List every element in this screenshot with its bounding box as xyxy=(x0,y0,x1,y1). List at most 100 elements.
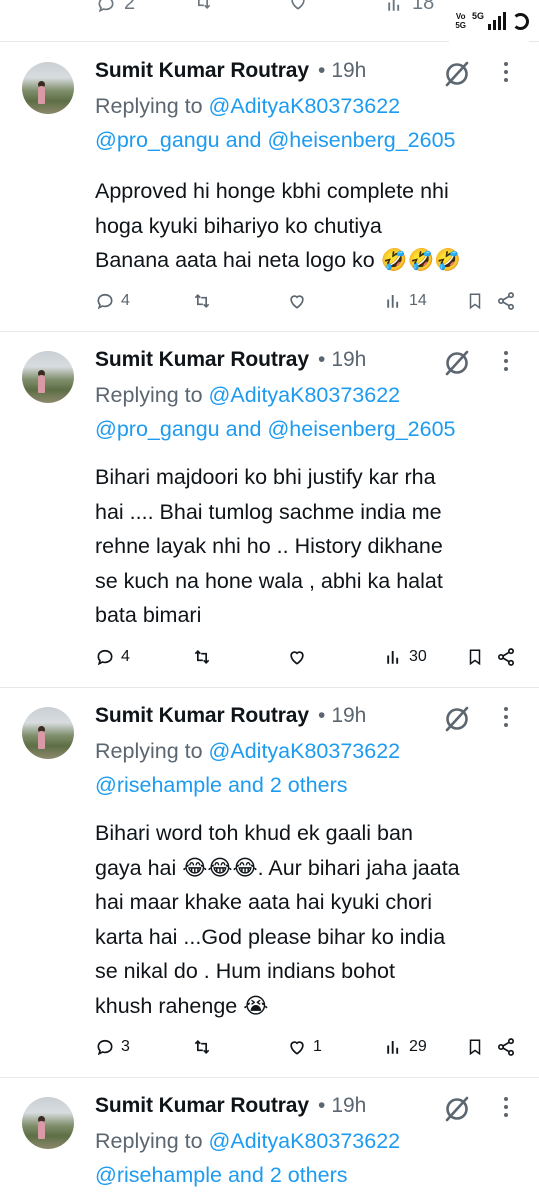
share-icon xyxy=(498,648,514,666)
repost-icon xyxy=(194,649,210,665)
timestamp[interactable]: 19h xyxy=(331,59,366,83)
volte-indicator: Vo 5G xyxy=(455,12,466,30)
repost-button[interactable] xyxy=(191,288,213,314)
reply-count: 2 xyxy=(124,0,136,14)
reply-button[interactable]: 2 xyxy=(96,0,135,15)
author-name[interactable]: Sumit Kumar Routray xyxy=(95,59,309,83)
mention-link[interactable]: @heisenberg_2605 xyxy=(267,128,455,152)
like-button[interactable] xyxy=(288,0,308,12)
timestamp[interactable]: 19h xyxy=(331,704,366,728)
avatar[interactable] xyxy=(22,1097,74,1149)
like-icon xyxy=(290,295,304,309)
mention-link[interactable]: @pro_gangu xyxy=(95,417,220,441)
mention-link[interactable]: @AdityaK80373622 xyxy=(209,1129,401,1153)
reply-button[interactable]: 4 xyxy=(95,644,130,670)
replying-to: Replying to @AdityaK80373622 @pro_gangu … xyxy=(95,94,456,152)
replying-to: Replying to @AdityaK80373622 @risehample… xyxy=(95,1129,401,1187)
views-button[interactable]: 29 xyxy=(385,1034,427,1060)
tweet[interactable]: Sumit Kumar Routray • 19h Replying to @A… xyxy=(0,1078,539,1200)
like-button[interactable] xyxy=(287,644,307,670)
reply-button[interactable]: 3 xyxy=(95,1034,130,1060)
reply-icon xyxy=(97,1039,113,1056)
separator-dot: • xyxy=(317,59,326,82)
more-icon[interactable] xyxy=(496,1092,516,1122)
mention-link[interactable]: @risehample xyxy=(95,1163,222,1187)
mention-link[interactable]: @risehample xyxy=(95,773,222,797)
action-bar: 4 14 xyxy=(95,288,525,314)
like-icon xyxy=(291,0,305,10)
separator-dot: • xyxy=(317,348,326,371)
views-button[interactable]: 30 xyxy=(385,644,427,670)
mention-link[interactable]: @AdityaK80373622 xyxy=(209,383,401,407)
like-count: 1 xyxy=(313,1038,322,1055)
bookmark-button[interactable] xyxy=(466,1034,484,1060)
views-icon xyxy=(387,1041,399,1054)
share-button[interactable] xyxy=(496,644,516,670)
bookmark-icon xyxy=(469,293,481,310)
view-count: 18 xyxy=(412,0,435,14)
more-icon[interactable] xyxy=(496,346,516,376)
replying-to: Replying to @AdityaK80373622 @pro_gangu … xyxy=(95,383,456,441)
tweet[interactable]: Sumit Kumar Routray • 19h Replying to @A… xyxy=(0,688,539,1078)
view-count: 14 xyxy=(409,292,427,309)
like-button[interactable]: 1 xyxy=(287,1034,322,1060)
share-button[interactable] xyxy=(496,1034,516,1060)
grok-icon[interactable] xyxy=(442,348,472,378)
author-name[interactable]: Sumit Kumar Routray xyxy=(95,704,309,728)
repost-button[interactable] xyxy=(191,1034,213,1060)
mention-link[interactable]: 2 others xyxy=(270,773,348,797)
reply-count: 4 xyxy=(121,648,130,665)
bookmark-icon xyxy=(469,649,481,666)
views-icon xyxy=(387,651,399,664)
view-count: 30 xyxy=(409,648,427,665)
repost-button[interactable] xyxy=(192,0,214,12)
reply-button[interactable]: 4 xyxy=(95,288,130,314)
views-button[interactable]: 14 xyxy=(385,288,427,314)
timestamp[interactable]: 19h xyxy=(331,348,366,372)
action-bar: 4 30 xyxy=(95,644,525,670)
separator-dot: • xyxy=(317,1094,326,1117)
mention-link[interactable]: @pro_gangu xyxy=(95,128,220,152)
tweet[interactable]: Sumit Kumar Routray • 19h Replying to @A… xyxy=(0,43,539,332)
tweet-text: Approved hi honge kbhi complete nhi hoga… xyxy=(95,179,462,272)
avatar[interactable] xyxy=(22,707,74,759)
share-button[interactable] xyxy=(496,288,516,314)
repost-icon xyxy=(194,293,210,309)
repost-button[interactable] xyxy=(191,644,213,670)
grok-icon[interactable] xyxy=(442,59,472,89)
status-bar: Vo 5G 5G xyxy=(449,0,529,42)
more-icon[interactable] xyxy=(496,702,516,732)
like-icon xyxy=(290,1041,304,1055)
action-bar: 3 1 29 xyxy=(95,1034,525,1060)
mention-link[interactable]: @heisenberg_2605 xyxy=(267,417,455,441)
avatar[interactable] xyxy=(22,351,74,403)
grok-icon[interactable] xyxy=(442,1094,472,1124)
tweet[interactable]: Sumit Kumar Routray • 19h Replying to @A… xyxy=(0,332,539,688)
timestamp[interactable]: 19h xyxy=(331,1094,366,1118)
view-count: 29 xyxy=(409,1038,427,1055)
like-button[interactable] xyxy=(287,288,307,314)
grok-icon[interactable] xyxy=(442,704,472,734)
replying-to: Replying to @AdityaK80373622 @risehample… xyxy=(95,739,401,797)
reply-icon xyxy=(97,649,113,666)
share-icon xyxy=(498,1038,514,1056)
repost-icon xyxy=(194,1039,210,1055)
more-icon[interactable] xyxy=(496,57,516,87)
tweet-text: Bihari majdoori ko bhi justify kar rha h… xyxy=(95,465,443,627)
views-button[interactable]: 18 xyxy=(386,0,434,15)
avatar[interactable] xyxy=(22,62,74,114)
previous-tweet-action-bar: 2 18 Vo 5G 5G xyxy=(0,0,539,42)
author-name[interactable]: Sumit Kumar Routray xyxy=(95,348,309,372)
network-type: 5G xyxy=(471,11,484,21)
mention-link[interactable]: 2 others xyxy=(270,1163,348,1187)
author-name[interactable]: Sumit Kumar Routray xyxy=(95,1094,309,1118)
views-icon xyxy=(387,295,399,308)
reply-icon xyxy=(98,0,114,12)
reply-icon xyxy=(97,293,113,310)
mention-link[interactable]: @AdityaK80373622 xyxy=(209,739,401,763)
reply-count: 4 xyxy=(121,292,130,309)
bookmark-button[interactable] xyxy=(466,644,484,670)
tweet-text: Bihari word toh khud ek gaali ban gaya h… xyxy=(95,821,460,1018)
bookmark-button[interactable] xyxy=(466,288,484,314)
mention-link[interactable]: @AdityaK80373622 xyxy=(209,94,401,118)
